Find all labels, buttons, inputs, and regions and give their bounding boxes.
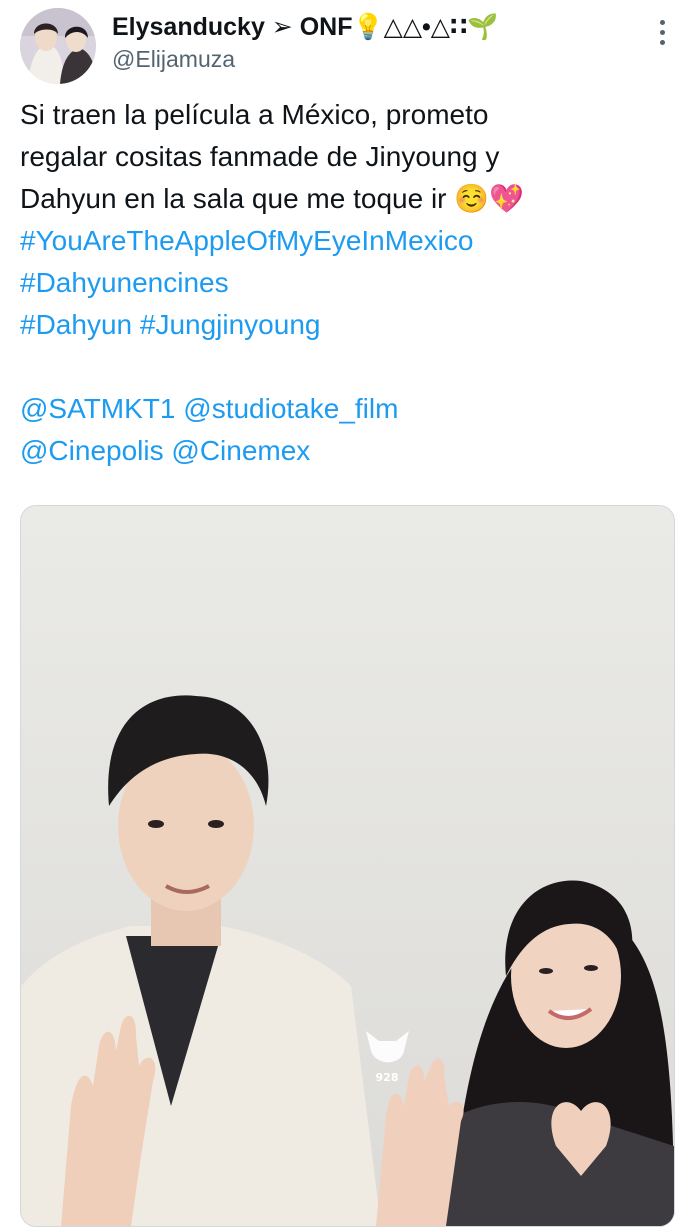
hashtag-link[interactable]: #Dahyun [20,309,132,340]
hashtag-link[interactable]: #YouAreTheAppleOfMyEyeInMexico [20,225,473,256]
tweet-text: Si traen la película a México, prometo r… [20,94,680,472]
user-names: Elysanducky ➢ ONF💡△△•△∷🌱 @Elijamuza [112,12,614,74]
display-name[interactable]: Elysanducky ➢ ONF💡△△•△∷🌱 [112,12,614,42]
hashtag-link[interactable]: #Dahyunencines [20,267,229,298]
svg-text:928: 928 [376,1071,399,1084]
avatar[interactable] [20,8,96,84]
photo-image: 928 [21,506,674,1226]
hashtag-link[interactable]: #Jungjinyoung [140,309,321,340]
mention-link[interactable]: @studiotake_film [183,393,398,424]
mention-link[interactable]: @Cinemex [171,435,310,466]
avatar-image [20,8,96,84]
tweet-text-line: regalar cositas fanmade de Jinyoung y [20,141,500,172]
tweet-header: Elysanducky ➢ ONF💡△△•△∷🌱 @Elijamuza [20,8,674,84]
mention-link[interactable]: @SATMKT1 [20,393,175,424]
tweet-card: Elysanducky ➢ ONF💡△△•△∷🌱 @Elijamuza Si t… [0,0,694,1227]
mention-link[interactable]: @Cinepolis [20,435,164,466]
tweet-text-line: Dahyun en la sala que me toque ir ☺️💖 [20,183,524,214]
tweet-text-line: Si traen la película a México, prometo [20,99,489,130]
tweet-media-photo[interactable]: 928 [20,505,675,1227]
more-dots-icon[interactable] [650,20,674,56]
user-handle[interactable]: @Elijamuza [112,44,614,74]
